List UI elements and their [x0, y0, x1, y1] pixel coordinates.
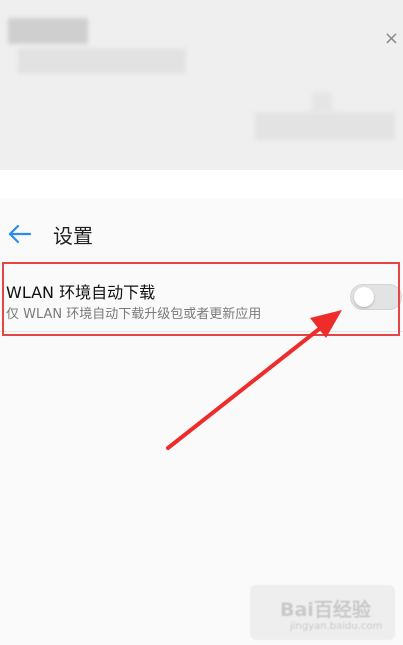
section-gap [0, 170, 403, 198]
blurred-text-block [255, 112, 395, 140]
blurred-background: × [0, 0, 403, 170]
setting-title: WLAN 环境自动下载 [6, 283, 156, 302]
baidu-watermark: Bai百经验 jingyan.baidu.com [250, 585, 395, 640]
blurred-text-block [312, 92, 332, 114]
close-icon[interactable]: × [384, 28, 399, 49]
blurred-text-block [18, 48, 186, 74]
watermark-logo-text: Bai百经验 [280, 599, 371, 621]
toggle-knob [354, 287, 374, 307]
page-title: 设置 [53, 224, 93, 248]
settings-header: 设置 [0, 198, 403, 262]
wlan-auto-download-toggle[interactable] [350, 284, 402, 310]
blurred-text-block [8, 18, 88, 44]
row-divider [0, 331, 403, 332]
setting-description: 仅 WLAN 环境自动下载升级包或者更新应用 [6, 307, 262, 322]
arrow-left-icon[interactable] [6, 220, 34, 248]
wlan-auto-download-row[interactable]: WLAN 环境自动下载 仅 WLAN 环境自动下载升级包或者更新应用 [2, 262, 402, 336]
watermark-url: jingyan.baidu.com [290, 621, 383, 632]
